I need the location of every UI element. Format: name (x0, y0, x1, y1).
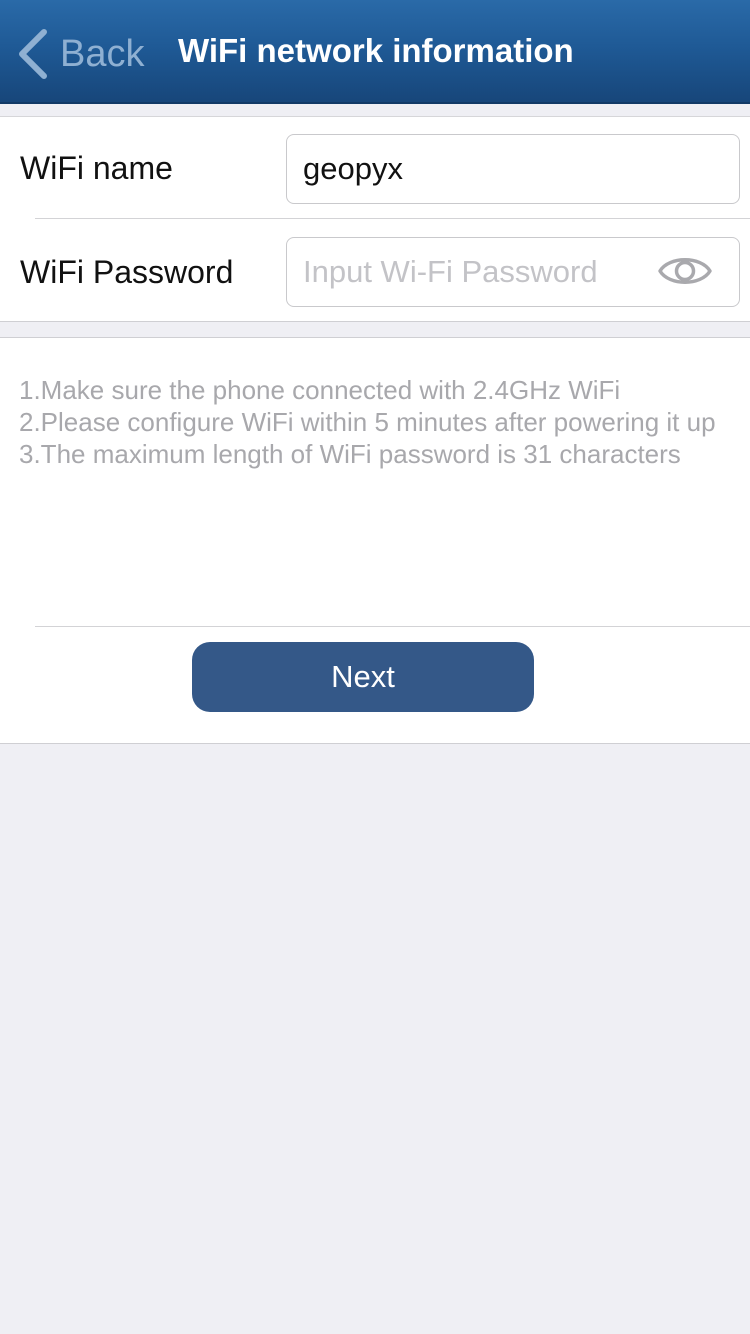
navigation-bar: Back WiFi network information (0, 0, 750, 104)
instruction-item: 2.Please configure WiFi within 5 minutes… (19, 407, 716, 437)
back-label: Back (60, 32, 145, 75)
instructions-card: 1.Make sure the phone connected with 2.4… (0, 337, 750, 744)
wifi-name-field-box (286, 134, 740, 204)
wifi-password-input[interactable] (303, 254, 643, 290)
chevron-left-icon (16, 28, 50, 80)
section-divider (35, 626, 750, 627)
instruction-item: 1.Make sure the phone connected with 2.4… (19, 375, 621, 405)
wifi-password-label: WiFi Password (20, 254, 234, 290)
wifi-name-label: WiFi name (20, 150, 173, 186)
wifi-form-card: WiFi name WiFi Password (0, 116, 750, 322)
eye-icon[interactable] (657, 249, 713, 298)
instruction-item: 3.The maximum length of WiFi password is… (19, 439, 681, 469)
row-divider (35, 218, 750, 219)
instructions-list: 1.Make sure the phone connected with 2.4… (19, 374, 731, 470)
back-button[interactable]: Back (16, 26, 144, 82)
wifi-password-field-box (286, 237, 740, 307)
next-button[interactable]: Next (192, 642, 534, 712)
page-title: WiFi network information (178, 32, 574, 69)
wifi-name-input[interactable] (303, 151, 643, 187)
